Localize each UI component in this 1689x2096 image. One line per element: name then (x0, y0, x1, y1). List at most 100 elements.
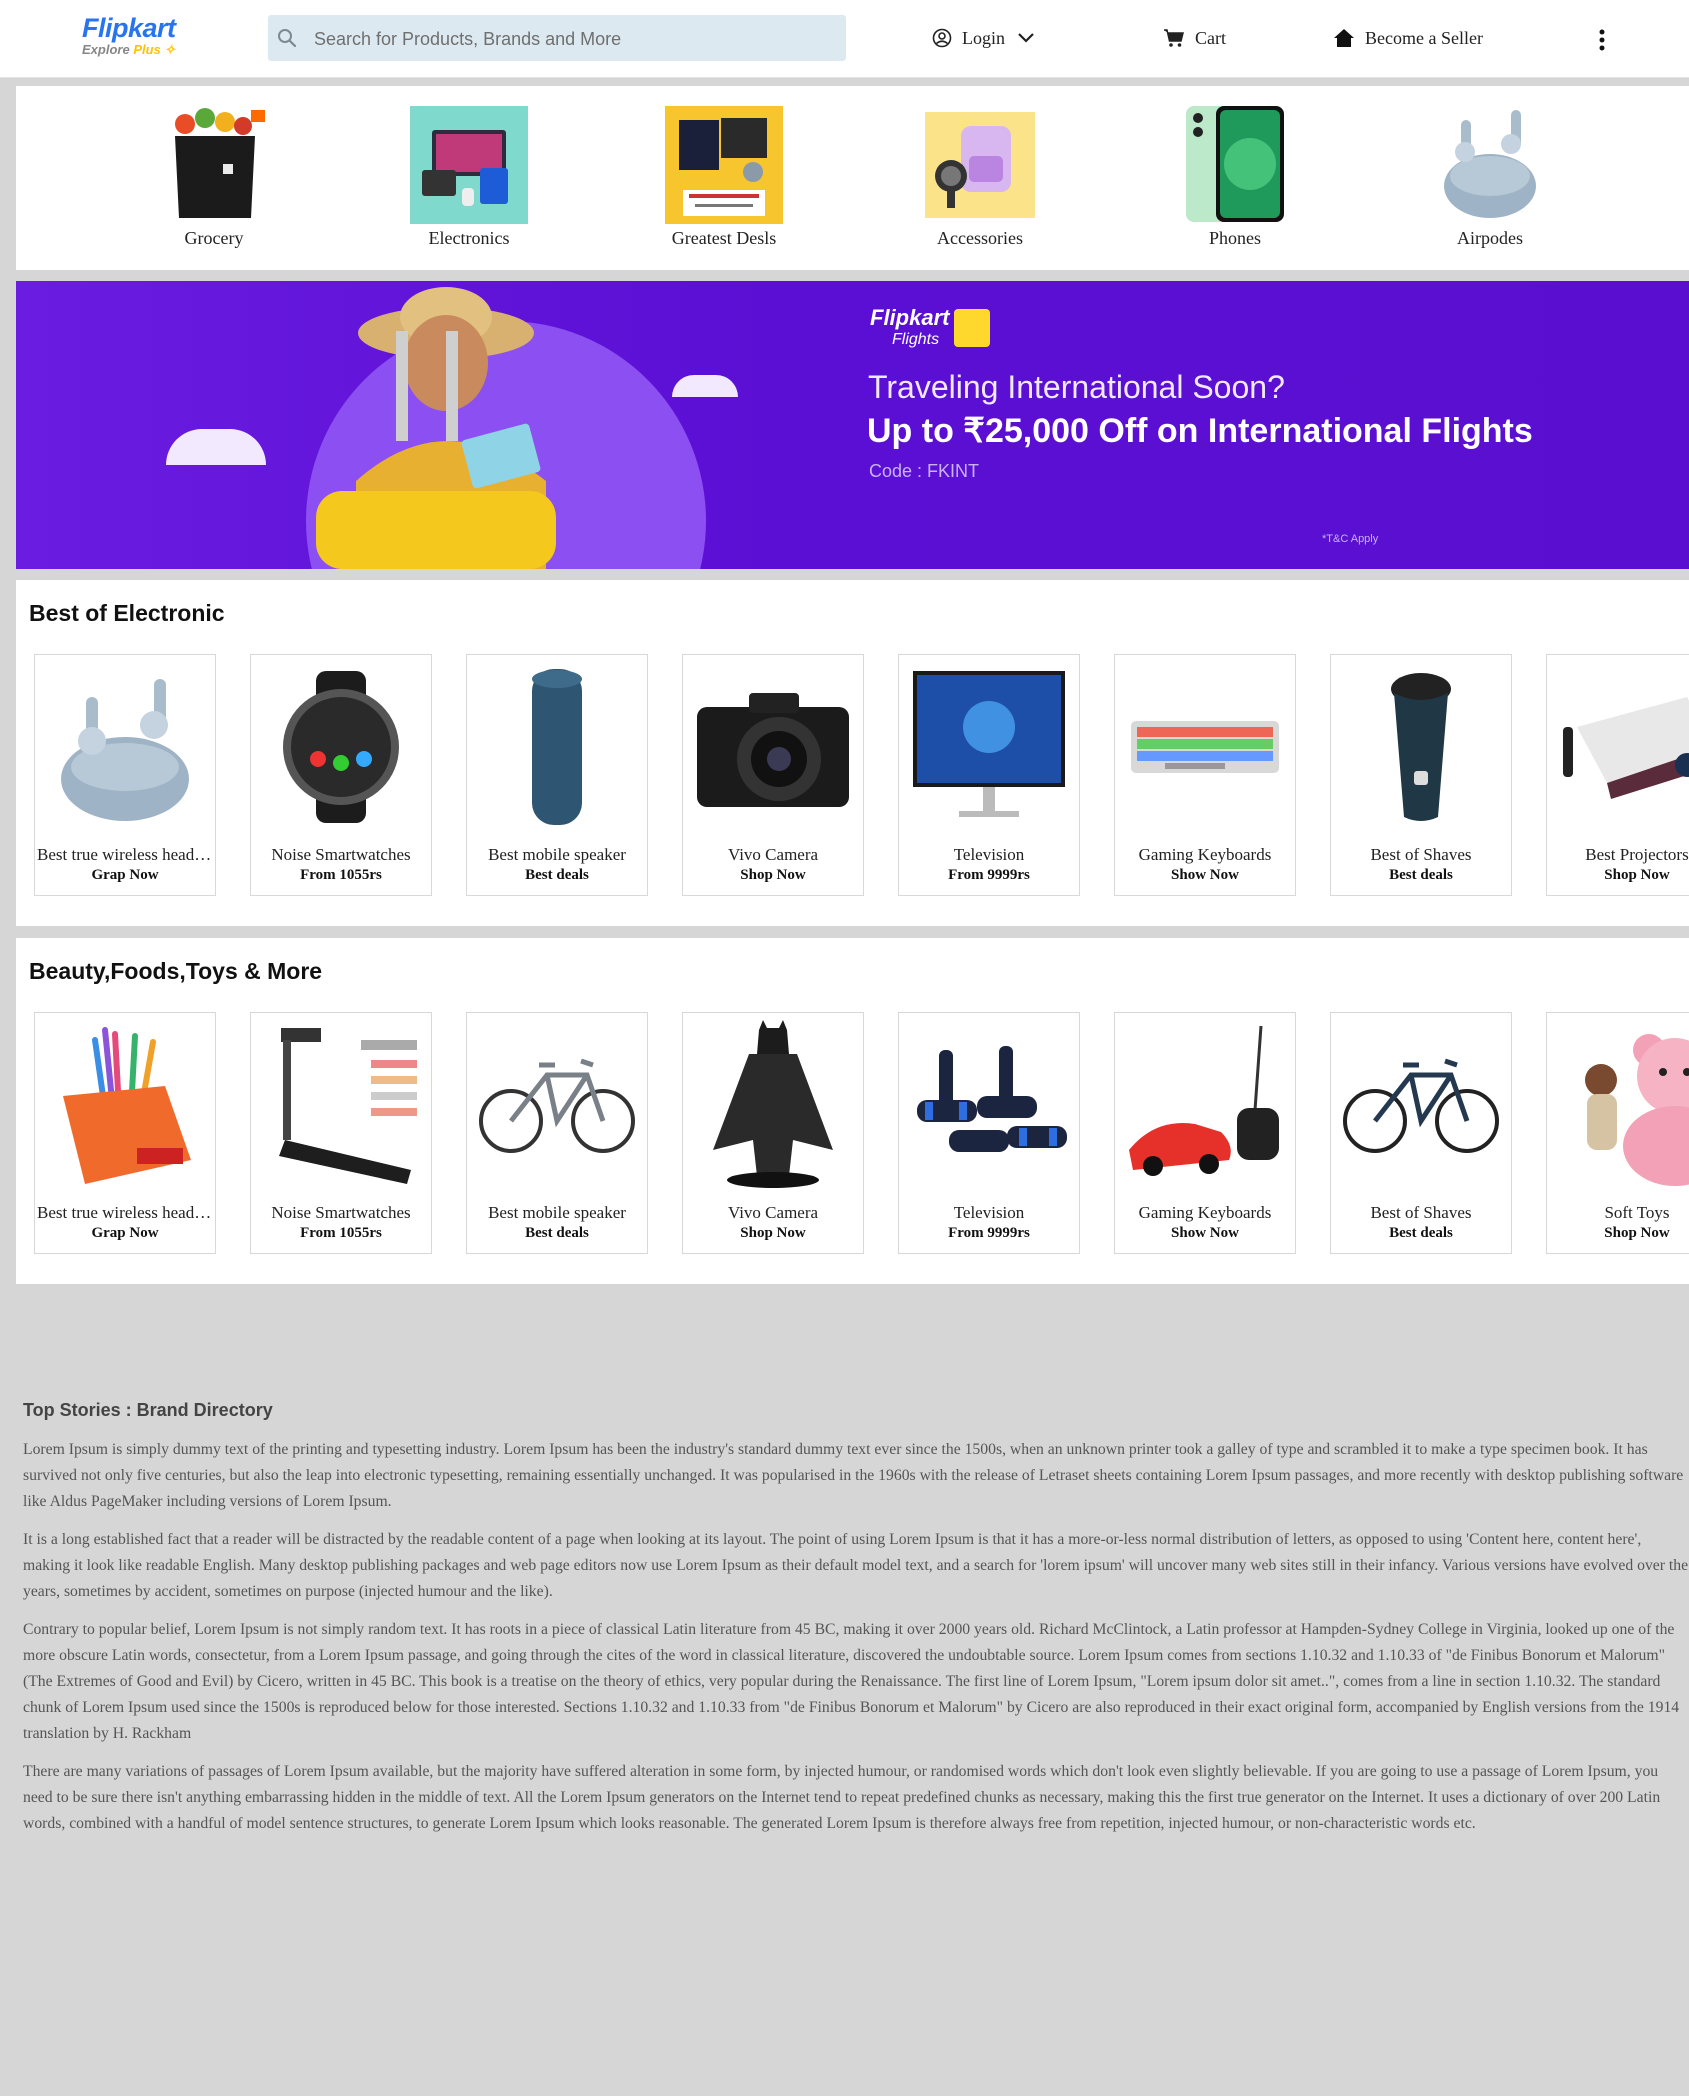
product-subtitle: Show Now (1171, 867, 1239, 883)
category-greatest-deals[interactable]: Greatest Desls (639, 106, 809, 249)
product-subtitle: From 9999rs (948, 1225, 1030, 1241)
product-subtitle: Shop Now (1604, 1225, 1670, 1241)
top-stories: Top Stories : Brand Directory Lorem Ipsu… (23, 1400, 1689, 1849)
search-input[interactable] (312, 15, 836, 63)
plus-star-icon: ✧ (164, 42, 176, 57)
product-name: Best mobile speaker (488, 1203, 626, 1222)
smartwatch-icon (261, 661, 421, 833)
product-card[interactable]: Noise Smartwatches From 1055rs (250, 654, 432, 896)
keyboard-icon (1125, 661, 1285, 833)
cart-button[interactable]: Cart (1163, 22, 1226, 54)
story-paragraph: Lorem Ipsum is simply dummy text of the … (23, 1441, 1684, 1510)
category-airpods[interactable]: Airpodes (1405, 106, 1575, 249)
kebab-menu-icon (1599, 29, 1605, 51)
logo-plus-text: Plus (133, 42, 161, 57)
product-subtitle: Show Now (1171, 1225, 1239, 1241)
product-subtitle: Best deals (1389, 867, 1453, 883)
product-card[interactable]: Best true wireless headphones Grap Now (34, 654, 216, 896)
become-seller-button[interactable]: Become a Seller (1333, 22, 1483, 54)
product-subtitle: Shop Now (1604, 867, 1670, 883)
category-label: Airpodes (1457, 228, 1523, 248)
chevron-down-icon (1018, 33, 1034, 43)
category-grocery[interactable]: Grocery (129, 106, 299, 249)
search-bar (268, 15, 846, 63)
login-button[interactable]: Login (932, 22, 1035, 54)
story-paragraph: It is a long established fact that a rea… (23, 1531, 1689, 1600)
product-card[interactable]: Vivo Camera Shop Now (682, 654, 864, 896)
backpack-icon (921, 106, 1039, 224)
product-card[interactable]: Soft Toys Shop Now (1546, 1012, 1689, 1254)
seller-label: Become a Seller (1365, 27, 1483, 48)
traveler-woman-illustration (316, 287, 556, 569)
product-name: Best Projectors (1585, 845, 1689, 864)
product-subtitle: Best deals (525, 1225, 589, 1241)
best-of-electronic-section: Best of Electronic Best true wireless he… (16, 580, 1689, 926)
product-name: Best true wireless headphones (37, 845, 213, 864)
earbuds-icon (45, 661, 205, 833)
product-card[interactable]: Best of Shaves Best deals (1330, 654, 1512, 896)
product-name: Gaming Keyboards (1138, 845, 1272, 864)
more-menu-button[interactable] (1598, 24, 1616, 56)
product-name: Vivo Camera (727, 1203, 819, 1222)
speaker-icon (477, 661, 637, 833)
product-card[interactable]: Noise Smartwatches From 1055rs (250, 1012, 432, 1254)
category-label: Electronics (428, 228, 510, 248)
pushup-bars-icon (909, 1019, 1069, 1191)
product-subtitle: Shop Now (740, 867, 806, 883)
section-title: Beauty,Foods,Toys & More (29, 958, 323, 984)
product-name: Television (953, 1203, 1025, 1222)
logo-text: Flipkart (82, 13, 176, 43)
product-name: Best true wireless headphones (37, 1203, 213, 1222)
category-electronics[interactable]: Electronics (384, 106, 554, 249)
product-card[interactable]: Gaming Keyboards Show Now (1114, 654, 1296, 896)
rc-car-icon (1125, 1019, 1285, 1191)
product-card[interactable]: Gaming Keyboards Show Now (1114, 1012, 1296, 1254)
product-name: Best of Shaves (1370, 1203, 1472, 1222)
banner-headline: Traveling International Soon? (868, 369, 1285, 405)
flipkart-f-icon (954, 309, 990, 347)
category-phones[interactable]: Phones (1150, 106, 1320, 249)
banner-brand: Flipkart (870, 305, 950, 330)
cloud-icon (166, 429, 266, 465)
product-card[interactable]: Best Projectors Shop Now (1546, 654, 1689, 896)
store-icon (1334, 29, 1354, 47)
product-name: Best mobile speaker (488, 845, 626, 864)
product-card[interactable]: Vivo Camera Shop Now (682, 1012, 864, 1254)
product-name: Soft Toys (1604, 1203, 1670, 1222)
product-card[interactable]: Television From 9999rs (898, 654, 1080, 896)
product-subtitle: Grap Now (91, 1225, 159, 1241)
electronics-icon (410, 106, 528, 224)
category-accessories[interactable]: Accessories (895, 106, 1065, 249)
product-name: Best of Shaves (1370, 845, 1472, 864)
earbuds-icon (1431, 106, 1549, 224)
category-strip: Grocery Electronics Greatest Desls Acces… (16, 86, 1689, 270)
camera-icon (693, 661, 853, 833)
product-card[interactable]: Best mobile speaker Best deals (466, 1012, 648, 1254)
grocery-bag-icon (155, 106, 273, 224)
top-header: Flipkart Explore Plus ✧ Login Cart (0, 0, 1689, 78)
projector-icon (1557, 661, 1689, 833)
product-card[interactable]: Television From 9999rs (898, 1012, 1080, 1254)
user-circle-icon (932, 28, 952, 48)
story-paragraph: There are many variations of passages of… (23, 1763, 1661, 1832)
product-card[interactable]: Best true wireless headphones Grap Now (34, 1012, 216, 1254)
product-name: Television (953, 845, 1025, 864)
teddy-bear-icon (1557, 1019, 1689, 1191)
monitor-icon (909, 661, 1069, 833)
banner-code: Code : FKINT (869, 461, 980, 481)
cloud-icon (672, 375, 738, 397)
product-subtitle: From 1055rs (300, 867, 382, 883)
product-card[interactable]: Best mobile speaker Best deals (466, 654, 648, 896)
banner-brand-sub: Flights (892, 331, 940, 348)
category-label: Accessories (937, 228, 1023, 248)
product-name: Noise Smartwatches (271, 845, 411, 864)
beauty-foods-toys-section: Beauty,Foods,Toys & More Best true wirel… (16, 938, 1689, 1284)
deals-icon (665, 106, 783, 224)
promo-banner[interactable]: Flipkart Flights Traveling International… (16, 281, 1689, 569)
flipkart-logo[interactable]: Flipkart Explore Plus ✧ (82, 14, 192, 60)
product-subtitle: Shop Now (740, 1225, 806, 1241)
product-card[interactable]: Best of Shaves Best deals (1330, 1012, 1512, 1254)
product-name: Noise Smartwatches (271, 1203, 411, 1222)
product-name: Gaming Keyboards (1138, 1203, 1272, 1222)
phone-icon (1176, 106, 1294, 224)
